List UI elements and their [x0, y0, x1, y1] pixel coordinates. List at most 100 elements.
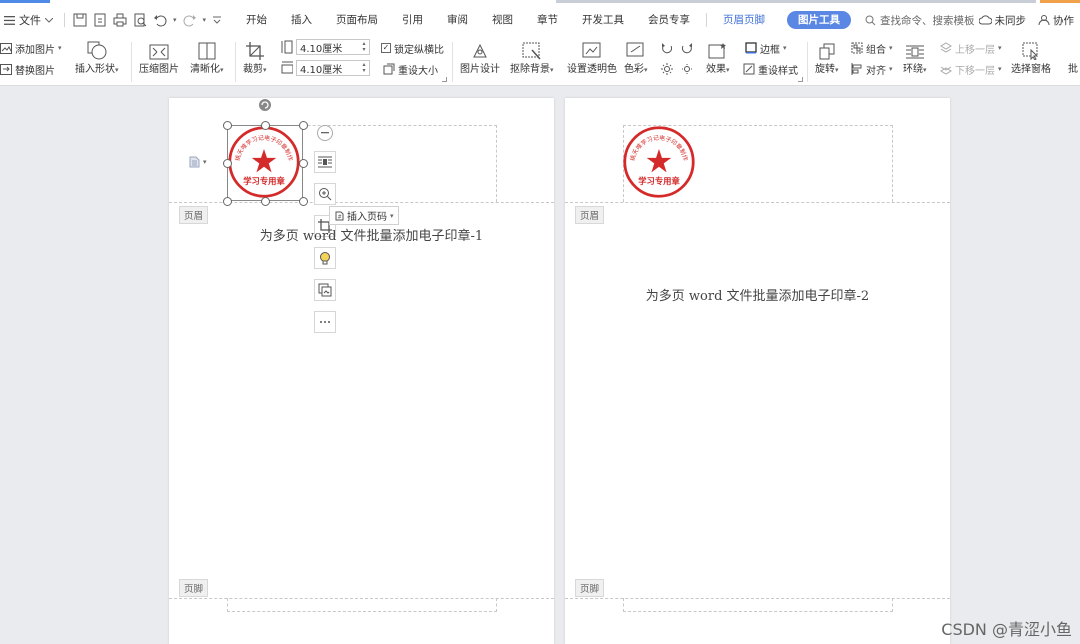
resize-handle-top-left[interactable] — [223, 121, 232, 130]
add-image-button[interactable]: 添加图片 ▾ — [0, 40, 62, 56]
tab-developer[interactable]: 开发工具 — [570, 4, 636, 36]
width-input[interactable]: 4.10厘米 ▴ ▾ — [296, 60, 370, 76]
set-transparent-label: 设置透明色 — [567, 64, 617, 75]
replace-image-button[interactable]: 替换图片 — [0, 61, 55, 77]
tab-references[interactable]: 引用 — [390, 4, 435, 36]
divider — [452, 42, 453, 82]
rotate-handle-icon[interactable] — [258, 98, 272, 112]
export-pdf-icon[interactable] — [93, 13, 107, 27]
align-button[interactable]: 对齐 ▾ — [851, 61, 893, 77]
send-backward-button[interactable]: 下移一层 ▾ — [940, 61, 1002, 77]
resize-handle-bottom-right[interactable] — [299, 197, 308, 206]
color-icon — [626, 42, 644, 57]
color-button[interactable]: 色彩▾ — [624, 38, 648, 77]
tab-picture-tools[interactable]: 图片工具 — [787, 11, 852, 29]
cloud-icon — [978, 15, 992, 25]
group-button[interactable]: 组合 ▾ — [851, 40, 893, 56]
watermark-text: CSDN @青涩小鱼 — [941, 620, 1072, 639]
image-design-icon — [473, 43, 487, 58]
document-page-1[interactable]: 页眉 ▾ 桃夭唯学习记电子印章制作 学习专用章 # 插入页码 ▾ 为多页 wor… — [169, 98, 554, 644]
footer-area[interactable] — [623, 598, 893, 612]
brightness-up-icon[interactable] — [661, 63, 673, 75]
spinner-icon[interactable]: ▴ ▾ — [359, 61, 369, 75]
rotate-right-icon[interactable] — [681, 42, 693, 54]
border-icon — [745, 42, 757, 54]
border-button[interactable]: 边框 ▾ — [745, 40, 787, 56]
send-backward-icon — [940, 66, 952, 75]
tab-header-footer[interactable]: 页眉页脚 — [711, 4, 777, 36]
header-options[interactable]: ▾ — [189, 156, 207, 168]
resize-handle-left[interactable] — [223, 159, 232, 168]
divider — [807, 42, 808, 82]
tab-view[interactable]: 视图 — [480, 4, 525, 36]
height-input[interactable]: 4.10厘米 ▴ ▾ — [296, 39, 370, 55]
reset-size-icon — [383, 63, 395, 75]
tab-member[interactable]: 会员专享 — [636, 4, 702, 36]
resize-handle-right[interactable] — [299, 159, 308, 168]
selection-pane-label: 选择窗格 — [1011, 64, 1051, 75]
resize-handle-top-right[interactable] — [299, 121, 308, 130]
tab-home[interactable]: 开始 — [234, 4, 279, 36]
tab-review[interactable]: 审阅 — [435, 4, 480, 36]
rotate-button[interactable]: 旋转▾ — [815, 38, 839, 77]
tab-insert[interactable]: 插入 — [279, 4, 324, 36]
style-dialog-launcher-icon[interactable] — [798, 77, 803, 82]
zoom-image-button[interactable] — [314, 183, 336, 205]
sync-status[interactable]: 未同步 — [978, 13, 1026, 28]
print-preview-icon[interactable] — [133, 13, 147, 27]
smart-suggest-button[interactable] — [314, 247, 336, 269]
save-icon[interactable] — [73, 13, 87, 27]
reset-style-button[interactable]: 重设样式 — [743, 61, 798, 77]
remove-background-button[interactable]: 抠除背景▾ — [510, 38, 554, 77]
command-search[interactable]: 查找命令、搜索模板 — [865, 13, 975, 28]
resize-handle-top[interactable] — [261, 121, 270, 130]
sharpen-button[interactable]: 清晰化▾ — [190, 38, 224, 77]
set-transparent-color-button[interactable]: 设置透明色 — [567, 38, 617, 77]
remove-background-label: 抠除背景 — [510, 64, 550, 75]
image-to-text-button[interactable] — [314, 279, 336, 301]
divider — [64, 13, 65, 27]
tab-page-layout[interactable]: 页面布局 — [324, 4, 390, 36]
dropdown-arrow-icon: ▾ — [263, 66, 267, 74]
group-label: 组合 — [866, 44, 886, 56]
batch-label: 批 — [1068, 64, 1078, 75]
wrap-text-button[interactable]: 环绕▾ — [903, 38, 927, 77]
undo-icon[interactable] — [153, 13, 167, 27]
collapse-toolbar-button[interactable] — [317, 125, 333, 141]
tab-sections[interactable]: 章节 — [525, 4, 570, 36]
image-design-button[interactable]: 图片设计 — [460, 38, 500, 77]
resize-handle-bottom-left[interactable] — [223, 197, 232, 206]
document-page-2[interactable]: 页眉 桃夭唯学习记电子印章制作 学习专用章 为多页 word 文件批量添加电子印… — [565, 98, 950, 644]
body-paragraph[interactable]: 为多页 word 文件批量添加电子印章-1 — [179, 225, 564, 244]
customize-toolbar-icon[interactable] — [212, 15, 222, 25]
insert-page-number-button[interactable]: # 插入页码 ▾ — [329, 206, 399, 225]
electronic-seal-image[interactable]: 桃夭唯学习记电子印章制作 学习专用章 — [622, 125, 696, 199]
print-icon[interactable] — [113, 13, 127, 27]
body-paragraph[interactable]: 为多页 word 文件批量添加电子印章-2 — [565, 285, 950, 304]
selection-pane-button[interactable]: 选择窗格 — [1011, 38, 1051, 77]
batch-button[interactable]: 批 — [1068, 38, 1078, 77]
footer-area[interactable] — [227, 598, 497, 612]
bring-forward-button[interactable]: 上移一层 ▾ — [940, 40, 1002, 56]
crop-button[interactable]: 裁剪▾ — [243, 38, 267, 77]
redo-icon[interactable] — [183, 13, 197, 27]
insert-shape-button[interactable]: 插入形状▾ — [75, 38, 119, 77]
compress-image-button[interactable]: 压缩图片 — [139, 38, 179, 77]
search-icon — [865, 15, 876, 25]
effects-button[interactable]: 效果▾ — [706, 38, 730, 77]
layout-options-button[interactable] — [314, 151, 336, 173]
more-options-button[interactable] — [314, 311, 336, 333]
collab-button[interactable]: 协作 — [1038, 13, 1074, 28]
resize-handle-bottom[interactable] — [261, 197, 270, 206]
brightness-down-icon[interactable] — [681, 63, 693, 75]
effects-icon — [708, 43, 726, 59]
reset-size-button[interactable]: 重设大小 — [383, 61, 438, 77]
document-icon — [189, 156, 200, 168]
lock-ratio-checkbox[interactable]: ✓ 锁定纵横比 — [381, 40, 444, 56]
redo-dropdown-icon[interactable]: ▾ — [203, 16, 207, 24]
rotate-left-icon[interactable] — [661, 42, 673, 54]
undo-dropdown-icon[interactable]: ▾ — [173, 16, 177, 24]
spinner-icon[interactable]: ▴ ▾ — [359, 40, 369, 54]
size-dialog-launcher-icon[interactable] — [442, 77, 447, 82]
file-menu[interactable]: 文件 — [0, 12, 62, 28]
